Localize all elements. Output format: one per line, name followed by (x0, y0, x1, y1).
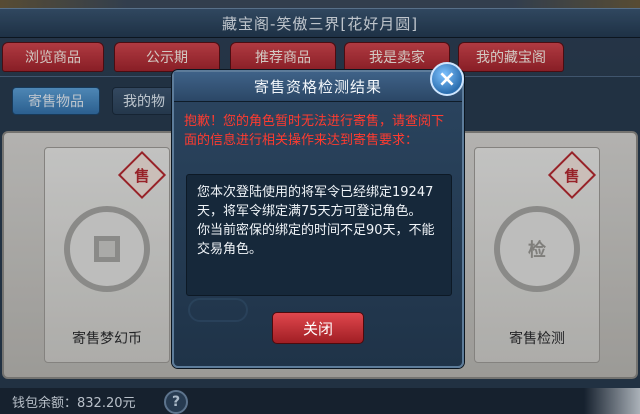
warning-text: 抱歉！您的角色暂时无法进行寄售，请查阅下面的信息进行相关操作来达到寄售要求： (184, 114, 445, 148)
info-message: 您本次登陆使用的将军令已经绑定19247天，将军令绑定满75天方可登记角色。 (197, 185, 434, 219)
info-box: 您本次登陆使用的将军令已经绑定19247天，将军令绑定满75天方可登记角色。 你… (186, 174, 452, 296)
consign-check-dialog: 寄售资格检测结果 抱歉！您的角色暂时无法进行寄售，请查阅下面的信息进行相关操作来… (172, 70, 464, 368)
dialog-title: 寄售资格检测结果 (253, 78, 382, 96)
dialog-header: 寄售资格检测结果 (174, 72, 462, 102)
info-message: 你当前密保的绑定的时间不足90天，不能交易角色。 (197, 223, 435, 257)
close-icon[interactable]: × (430, 62, 464, 96)
cloud-decoration (188, 298, 248, 322)
close-button[interactable]: 关闭 (272, 312, 364, 344)
